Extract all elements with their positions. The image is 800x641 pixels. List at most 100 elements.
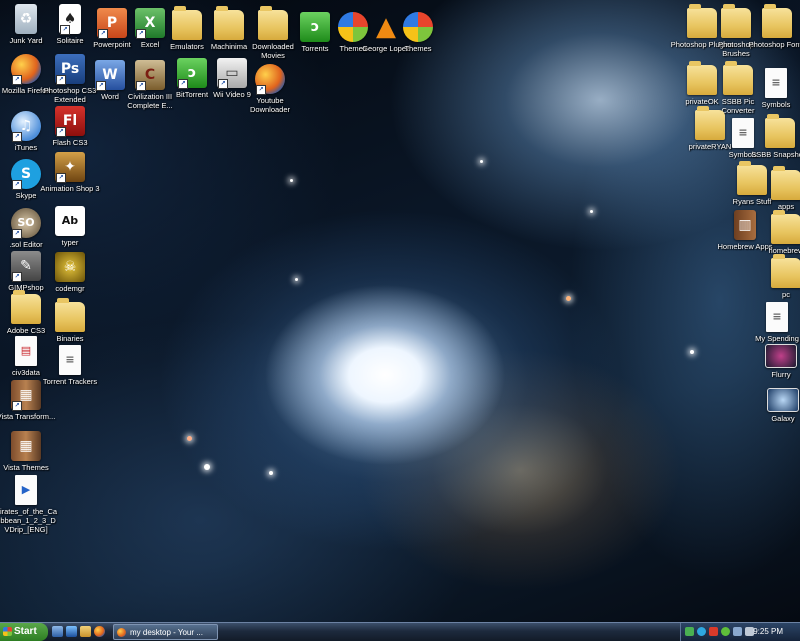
icon-label: Binaries: [56, 334, 84, 343]
flurry-screensaver-item[interactable]: Flurry: [749, 344, 800, 379]
desktop-background: ♻ Junk Yard ↗ Mozilla Firefox ♫ ↗ iTunes …: [0, 0, 800, 622]
film-strip-icon: ✦ ↗: [55, 152, 85, 183]
shortcut-arrow-icon: ↗: [98, 29, 108, 39]
folder-icon: [771, 254, 800, 288]
folder-icon: [55, 298, 85, 332]
antivirus-icon[interactable]: [709, 627, 718, 636]
arrow-icon[interactable]: [685, 627, 694, 636]
apps-folder-item[interactable]: apps: [754, 166, 800, 211]
messenger-icon[interactable]: [721, 627, 730, 636]
icon-label: codemgr: [55, 284, 85, 293]
skull-icon: ☠: [55, 252, 85, 282]
icon-label: Vista Themes: [3, 463, 49, 472]
start-label: Start: [14, 626, 37, 637]
shortcut-arrow-icon: ↗: [12, 229, 22, 239]
icon-label: Animation Shop 3: [40, 184, 100, 193]
folder-icon: [765, 114, 795, 148]
shortcut-arrow-icon: ↗: [12, 180, 22, 190]
windows-orb-icon: [403, 12, 433, 42]
pirates-video-icon-item[interactable]: ▶ Pirates_of_the_Caribbean_1_2_3_DVDrip_…: [0, 475, 58, 534]
package-icon: ▦: [11, 431, 41, 461]
icon-label: typer: [61, 238, 79, 247]
icon-label: Themes: [404, 44, 432, 53]
star: [204, 464, 210, 470]
skype-tray-icon[interactable]: [697, 627, 706, 636]
vista-transform-icon-item[interactable]: ▦ ↗ Vista Transform...: [0, 380, 58, 421]
star: [187, 436, 192, 441]
window-title: my desktop - Your ...: [130, 628, 203, 637]
windows-flag-icon: [3, 627, 12, 636]
firefox-icon: [117, 628, 126, 637]
text-file-icon: ≡: [766, 302, 788, 332]
taskbar: Start my desktop - Your ... 9:25 PM: [0, 622, 800, 641]
clock[interactable]: 9:25 PM: [753, 623, 783, 641]
shortcut-arrow-icon: ↗: [218, 79, 228, 89]
flash-icon: Fl ↗: [55, 106, 85, 137]
icon-label: Galaxy: [771, 414, 795, 423]
network-icon[interactable]: [733, 627, 742, 636]
my-spending-file-item[interactable]: ≡ My Spending: [745, 302, 800, 343]
shortcut-arrow-icon: ↗: [56, 75, 66, 85]
start-button[interactable]: Start: [0, 623, 48, 641]
ssbb-snapshots-folder-item[interactable]: SSBB Snapshots: [748, 114, 800, 159]
folder-icon: [214, 6, 244, 40]
youtube-downloader-icon-item[interactable]: ↗ Youtube Downloader: [238, 64, 302, 114]
star: [690, 350, 694, 354]
icon-label: Photoshop Fonts: [748, 40, 800, 49]
system-tray: 9:25 PM: [680, 623, 800, 641]
pdf-document-icon: ▤: [15, 336, 37, 366]
typer-icon-item[interactable]: Ab typer: [38, 206, 102, 247]
firefox-icon: ↗: [255, 64, 285, 95]
shortcut-arrow-icon: ↗: [136, 81, 146, 91]
photoshop-fonts-folder-item[interactable]: Photoshop Fonts: [745, 4, 800, 49]
shortcut-arrow-icon: ↗: [12, 272, 22, 282]
star: [269, 471, 273, 475]
binaries-folder-item[interactable]: Binaries: [38, 298, 102, 343]
themes-icon-item-2[interactable]: Themes: [386, 12, 450, 53]
star: [590, 210, 593, 213]
icon-label: Youtube Downloader: [249, 96, 291, 114]
explorer-icon[interactable]: [80, 626, 91, 637]
star: [290, 179, 293, 182]
star: [295, 278, 298, 281]
shortcut-arrow-icon: ↗: [136, 29, 146, 39]
text-file-icon: ≡: [59, 345, 81, 375]
show-desktop-icon[interactable]: [52, 626, 63, 637]
firefox-icon: ↗: [11, 54, 41, 85]
folder-icon: [762, 4, 792, 38]
shortcut-arrow-icon: ↗: [96, 81, 106, 91]
icon-label: Torrent Trackers: [42, 377, 98, 386]
vista-themes-icon-item[interactable]: ▦ Vista Themes: [0, 431, 58, 472]
firefox-icon[interactable]: [94, 626, 105, 637]
font-file-icon: Ab: [55, 206, 85, 236]
shortcut-arrow-icon: ↗: [178, 79, 188, 89]
icon-label: Pirates_of_the_Caribbean_1_2_3_DVDrip_[E…: [0, 507, 58, 534]
icon-label: Symbols: [761, 100, 791, 109]
shortcut-arrow-icon: ↗: [56, 127, 66, 137]
icon-label: Flash CS3: [52, 138, 88, 147]
itunes-icon: ♫ ↗: [11, 111, 41, 142]
homebrew-folder-item[interactable]: homebrew: [754, 210, 800, 255]
star: [566, 296, 571, 301]
shortcut-arrow-icon: ↗: [256, 85, 266, 95]
media-player-icon[interactable]: [66, 626, 77, 637]
book-icon: ▥: [734, 210, 756, 240]
pc-folder-item[interactable]: pc: [754, 254, 800, 299]
galaxy-screensaver-item[interactable]: Galaxy: [751, 388, 800, 423]
codemgr-icon-item[interactable]: ☠ codemgr: [38, 252, 102, 293]
taskbar-window-button[interactable]: my desktop - Your ...: [113, 624, 218, 640]
symbols-file-item-1[interactable]: ≡ Symbols: [744, 68, 800, 109]
animation-shop-icon-item[interactable]: ✦ ↗ Animation Shop 3: [38, 152, 102, 193]
torrent-trackers-icon-item[interactable]: ≡ Torrent Trackers: [38, 345, 102, 386]
package-icon: ▦ ↗: [11, 380, 41, 411]
shortcut-arrow-icon: ↗: [12, 132, 22, 142]
icon-label: SSBB Snapshots: [751, 150, 800, 159]
flash-icon-item[interactable]: Fl ↗ Flash CS3: [38, 106, 102, 147]
icon-label: pc: [782, 290, 790, 299]
folder-icon: [771, 210, 800, 244]
shortcut-arrow-icon: ↗: [60, 25, 70, 35]
gimp-icon: ✎ ↗: [11, 251, 41, 282]
shortcut-arrow-icon: ↗: [12, 401, 22, 411]
text-file-icon: ≡: [765, 68, 787, 98]
icon-label: Vista Transform...: [0, 412, 56, 421]
